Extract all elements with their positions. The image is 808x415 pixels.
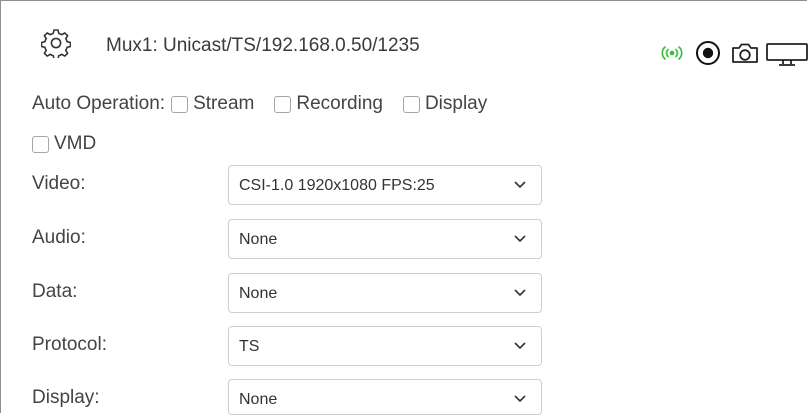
recording-option[interactable]: Recording <box>274 93 383 115</box>
mux-config-panel: Mux1: Unicast/TS/192.168.0.50/1235 Auto … <box>0 0 808 415</box>
mux-title: Mux1: Unicast/TS/192.168.0.50/1235 <box>106 35 420 56</box>
protocol-select[interactable]: TS <box>228 326 542 366</box>
camera-icon[interactable] <box>729 38 761 68</box>
audio-value: None <box>239 231 278 248</box>
display-checkbox[interactable] <box>402 95 420 113</box>
stream-option[interactable]: Stream <box>171 93 254 115</box>
recording-label: Recording <box>296 93 383 114</box>
stream-label: Stream <box>193 93 255 114</box>
chevron-down-icon <box>514 342 526 350</box>
vmd-checkbox[interactable] <box>32 135 49 153</box>
data-value: None <box>239 285 278 302</box>
vmd-option[interactable]: VMD <box>32 133 96 155</box>
gear-icon[interactable] <box>41 28 71 58</box>
display-option[interactable]: Display <box>402 93 488 115</box>
chevron-down-icon <box>514 235 526 243</box>
chevron-down-icon <box>514 181 526 189</box>
display-field-label: Display: <box>32 387 100 408</box>
video-select[interactable]: CSI-1.0 1920x1080 FPS:25 <box>228 165 542 205</box>
recording-checkbox[interactable] <box>274 95 292 113</box>
vmd-label: VMD <box>54 133 97 154</box>
record-icon[interactable] <box>693 38 723 68</box>
display-select[interactable]: None <box>228 379 542 415</box>
protocol-value: TS <box>239 338 260 355</box>
audio-select[interactable]: None <box>228 219 542 259</box>
video-value: CSI-1.0 1920x1080 FPS:25 <box>239 177 435 194</box>
display-value: None <box>239 391 278 408</box>
display-label: Display <box>424 93 488 114</box>
audio-label: Audio: <box>32 227 86 248</box>
streaming-icon[interactable] <box>657 38 687 68</box>
data-label: Data: <box>32 281 78 302</box>
auto-operation-row: Auto Operation: Stream Recording Display <box>32 93 507 115</box>
protocol-label: Protocol: <box>32 334 107 355</box>
data-select[interactable]: None <box>228 273 542 313</box>
display-icon[interactable] <box>765 38 808 68</box>
auto-operation-label: Auto Operation: <box>32 93 166 114</box>
video-label: Video: <box>32 173 86 194</box>
chevron-down-icon <box>514 289 526 297</box>
stream-checkbox[interactable] <box>171 95 189 113</box>
chevron-down-icon <box>514 395 526 403</box>
